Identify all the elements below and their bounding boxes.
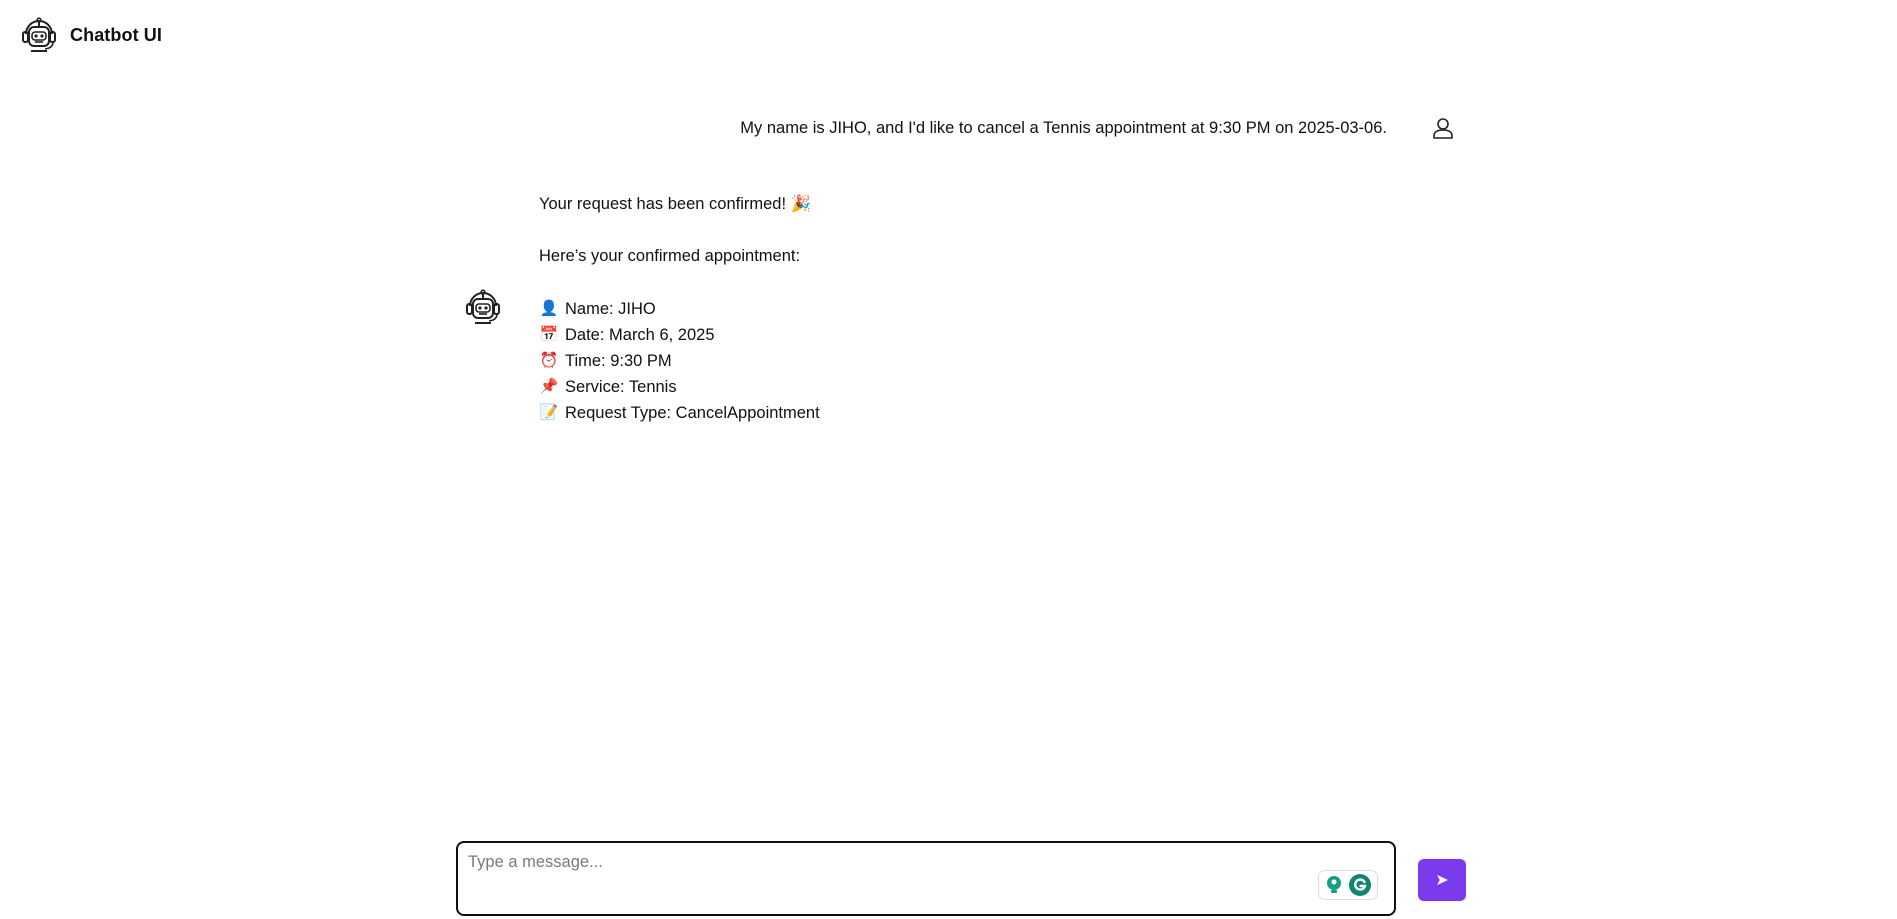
robot-logo-icon — [22, 17, 56, 52]
grammarly-widget[interactable] — [1318, 870, 1378, 900]
pushpin-icon: 📌 — [539, 378, 559, 395]
detail-service: 📌 Service: Tennis — [539, 374, 820, 400]
app-header: Chatbot UI — [18, 14, 162, 56]
detail-request-type-text: Request Type: CancelAppointment — [565, 404, 820, 422]
memo-icon: 📝 — [539, 404, 559, 421]
bot-message: Your request has been confirmed! 🎉 Here’… — [539, 192, 820, 426]
chat-page: Chatbot UI My name is JIHO, and I'd like… — [0, 0, 1897, 919]
calendar-icon: 📅 — [539, 326, 559, 343]
detail-name: 👤 Name: JIHO — [539, 296, 820, 322]
person-icon: 👤 — [539, 300, 559, 317]
detail-time: ⏰ Time: 9:30 PM — [539, 348, 820, 374]
user-message-text: My name is JIHO, and I'd like to cancel … — [740, 119, 1387, 137]
send-icon: ➤ — [1435, 872, 1449, 889]
bot-intro-text: Here’s your confirmed appointment: — [539, 247, 801, 265]
app-title: Chatbot UI — [70, 24, 162, 45]
bot-avatar-icon — [466, 289, 500, 324]
send-button[interactable]: ➤ — [1418, 859, 1466, 901]
detail-request-type: 📝 Request Type: CancelAppointment — [539, 400, 820, 426]
user-avatar-icon — [1433, 118, 1453, 139]
bot-confirmation-text: Your request has been confirmed! 🎉 — [539, 195, 812, 213]
detail-name-text: Name: JIHO — [565, 300, 656, 318]
lightbulb-icon — [1327, 876, 1341, 893]
alarm-clock-icon: ⏰ — [539, 352, 559, 369]
message-composer — [456, 841, 1396, 916]
message-input[interactable] — [468, 853, 1308, 903]
detail-date-text: Date: March 6, 2025 — [565, 326, 715, 344]
detail-time-text: Time: 9:30 PM — [565, 352, 672, 370]
user-message: My name is JIHO, and I'd like to cancel … — [740, 116, 1455, 140]
detail-service-text: Service: Tennis — [565, 378, 677, 396]
grammarly-icon — [1349, 874, 1371, 896]
appointment-details-list: 👤 Name: JIHO 📅 Date: March 6, 2025 ⏰ Tim… — [539, 296, 820, 426]
detail-date: 📅 Date: March 6, 2025 — [539, 322, 820, 348]
